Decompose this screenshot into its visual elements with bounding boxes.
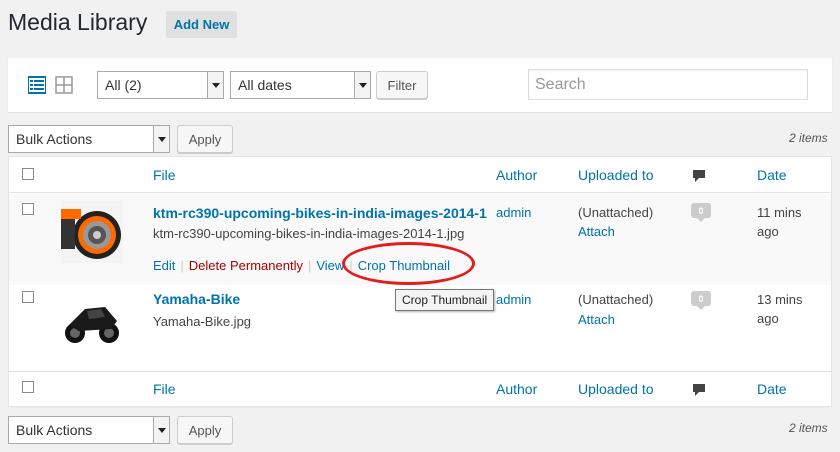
media-filename: Yamaha-Bike.jpg [153,314,252,329]
select-all-checkbox[interactable] [22,168,34,180]
filter-button[interactable]: Filter [376,71,428,99]
attach-link[interactable]: Attach [578,312,615,327]
search-input[interactable]: Search [528,69,808,100]
items-count-bottom: 2 items [789,421,828,435]
attach-link[interactable]: Attach [578,224,615,239]
chevron-down-icon [354,72,370,98]
items-count-top: 2 items [789,131,828,145]
media-title-link[interactable]: Yamaha-Bike [153,291,240,307]
list-view-icon[interactable] [28,76,46,94]
media-toolbar: All (2) All dates Filter Search [8,58,832,112]
add-new-button[interactable]: Add New [166,11,237,38]
crop-thumbnail-tooltip: Crop Thumbnail [395,289,495,311]
column-file[interactable]: File [153,167,176,183]
column-uploaded-to[interactable]: Uploaded to [578,381,654,397]
date-cell: 11 mins ago [757,205,802,239]
apply-button-bottom[interactable]: Apply [177,416,233,444]
media-filename: ktm-rc390-upcoming-bikes-in-india-images… [153,226,465,241]
chevron-down-icon [153,417,169,443]
comment-bubble-icon [693,170,705,182]
comment-count-badge[interactable]: 0 [691,203,711,222]
delete-permanently-link[interactable]: Delete Permanently [189,258,303,273]
yamaha-bike-thumbnail[interactable] [61,291,123,353]
row-checkbox[interactable] [22,291,34,303]
select-all-checkbox[interactable] [22,381,34,393]
view-link[interactable]: View [316,258,344,273]
chevron-down-icon [153,126,169,152]
bulk-actions-select-bottom[interactable]: Bulk Actions [8,416,170,444]
table-footer: File Author Uploaded to Date [9,371,831,407]
ktm-bike-thumbnail[interactable] [61,201,123,263]
highlight-ellipse [342,242,475,285]
edit-link[interactable]: Edit [153,258,175,273]
comment-count-badge[interactable]: 0 [691,291,711,310]
column-author[interactable]: Author [496,381,537,397]
media-type-select[interactable]: All (2) [97,71,224,99]
column-author[interactable]: Author [496,167,537,183]
column-date[interactable]: Date [757,167,787,183]
column-date[interactable]: Date [757,381,787,397]
author-link[interactable]: admin [496,292,531,307]
column-file[interactable]: File [153,381,176,397]
uploaded-to-status: (Unattached) [578,205,654,220]
bulk-actions-select-top[interactable]: Bulk Actions [8,125,170,153]
column-uploaded-to[interactable]: Uploaded to [578,167,654,183]
chevron-down-icon [207,72,223,98]
apply-button-top[interactable]: Apply [177,125,233,153]
table-header: File Author Uploaded to Date [9,157,831,193]
row-checkbox[interactable] [22,203,34,215]
comment-bubble-icon [693,384,705,396]
date-select[interactable]: All dates [230,71,371,99]
grid-view-icon[interactable] [55,76,73,94]
author-link[interactable]: admin [496,205,531,220]
page-title: Media Library [8,9,148,35]
media-title-link[interactable]: ktm-rc390-upcoming-bikes-in-india-images… [153,205,487,221]
date-cell: 13 mins ago [757,292,803,326]
uploaded-to-status: (Unattached) [578,292,654,307]
